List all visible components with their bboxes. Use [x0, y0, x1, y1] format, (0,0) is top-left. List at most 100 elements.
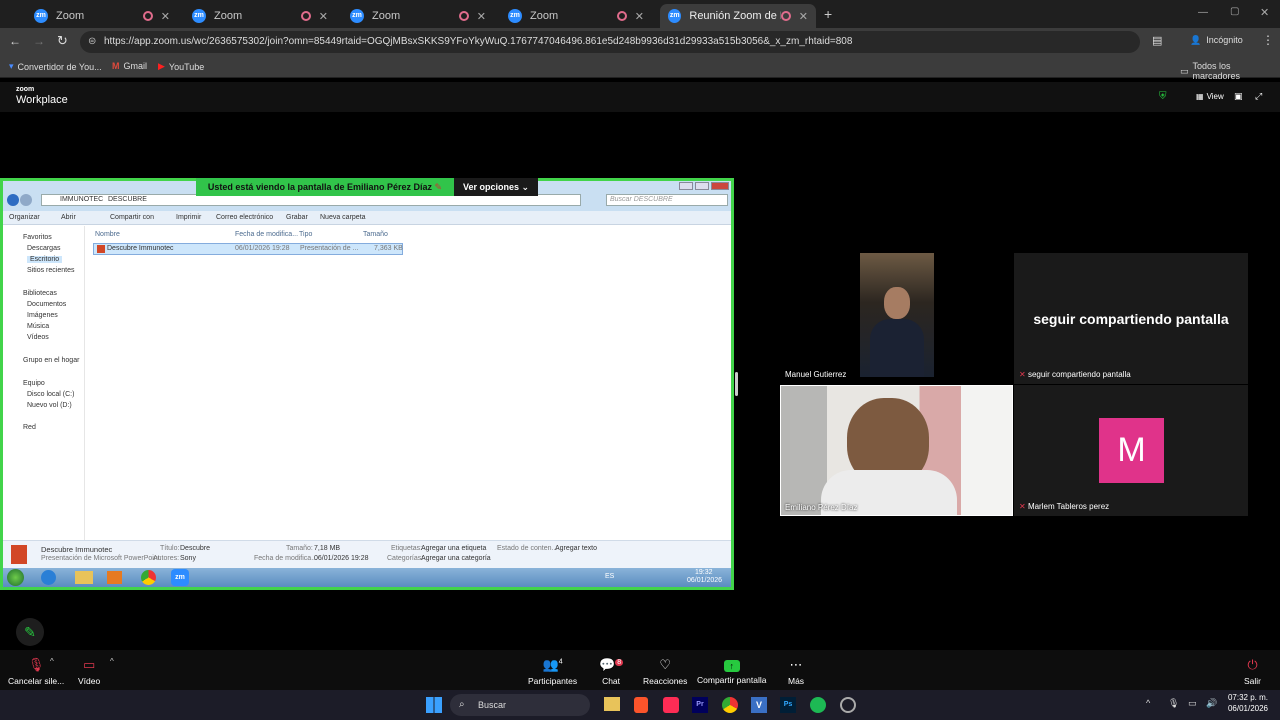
media-player-icon[interactable] — [107, 571, 122, 584]
menu-imprimir[interactable]: Imprimir — [176, 214, 201, 221]
chrome-icon[interactable] — [722, 697, 738, 713]
bookmark-item[interactable]: ▾ Convertidor de You... — [9, 61, 102, 72]
zoom-app-icon[interactable]: zm — [171, 569, 189, 586]
details-tags[interactable]: Agregar una etiqueta — [421, 545, 486, 552]
chrome-icon[interactable] — [141, 570, 156, 585]
forward-icon[interactable] — [20, 194, 32, 206]
view-options-button[interactable]: Ver opciones ⌄ — [454, 178, 538, 196]
details-categories[interactable]: Agregar una categoría — [421, 555, 491, 562]
back-icon[interactable] — [7, 194, 19, 206]
pip-icon[interactable]: ▣ — [1234, 91, 1243, 102]
column-header[interactable]: Tipo — [299, 231, 312, 238]
reload-icon[interactable]: ↻ — [57, 33, 68, 49]
tray-chevron-icon[interactable]: ^ — [1146, 698, 1150, 708]
close-tab-icon[interactable]: ✕ — [799, 10, 808, 23]
browser-tab[interactable]: zm Zoom ✕ — [500, 4, 652, 28]
sidebar-item[interactable]: Música — [27, 323, 49, 330]
tray-language[interactable]: ES — [605, 573, 614, 580]
view-button[interactable]: ▦ View — [1196, 92, 1224, 101]
address-bar[interactable]: ⊜ https://app.zoom.us/wc/2636575302/join… — [80, 31, 1140, 53]
close-icon[interactable] — [711, 182, 729, 190]
annotate-pencil-icon[interactable]: ✎ — [16, 618, 44, 646]
sidebar-item[interactable]: Sitios recientes — [27, 267, 74, 274]
column-header[interactable]: Fecha de modifica... — [235, 231, 298, 238]
sidebar-item[interactable]: Documentos — [27, 301, 66, 308]
premiere-icon[interactable]: Pr — [692, 697, 708, 713]
video-tile[interactable]: Manuel Gutierrez — [780, 253, 1013, 384]
sidebar-item[interactable]: Descargas — [27, 245, 60, 252]
splitter-handle[interactable] — [735, 372, 738, 396]
details-title[interactable]: Descubre — [180, 545, 210, 552]
maximize-icon[interactable] — [695, 182, 709, 190]
leave-button[interactable]: ⏻ Salir — [1244, 657, 1261, 686]
sidebar-item[interactable]: Imágenes — [27, 312, 58, 319]
video-tile-active[interactable]: Emiliano Pérez Díaz — [780, 385, 1013, 516]
audio-options-chevron-icon[interactable]: ^ — [50, 657, 54, 666]
details-status[interactable]: Agregar texto — [555, 545, 597, 552]
start-orb-icon[interactable] — [7, 569, 24, 586]
reactions-button[interactable]: ♡ Reacciones — [643, 657, 687, 686]
ie-icon[interactable] — [41, 570, 56, 585]
photoshop-icon[interactable]: Ps — [780, 697, 796, 713]
video-button[interactable]: ▭ Vídeo — [78, 657, 100, 686]
forward-icon[interactable]: → — [33, 34, 45, 48]
sidebar-item-selected[interactable]: Escritorio — [27, 256, 63, 263]
microphone-icon[interactable]: 🎙 — [1168, 698, 1179, 709]
video-options-chevron-icon[interactable]: ^ — [110, 657, 114, 666]
more-button[interactable]: ⋯ Más — [788, 657, 804, 686]
menu-correo[interactable]: Correo electrónico — [216, 214, 273, 221]
clock-time[interactable]: 07:32 p. m. — [1226, 693, 1268, 702]
network-icon[interactable]: ▭ — [1188, 698, 1197, 709]
video-tile[interactable]: seguir compartiendo pantalla ✕ seguir co… — [1014, 253, 1248, 384]
sidebar-item[interactable]: Favoritos — [23, 234, 52, 241]
all-bookmarks[interactable]: ▭ Todos los marcadores — [1180, 61, 1280, 81]
browser-tab[interactable]: zm Zoom ✕ — [184, 4, 336, 28]
share-screen-button[interactable]: ↑ Compartir pantalla — [697, 657, 766, 685]
menu-compartir[interactable]: Compartir con — [110, 214, 154, 221]
close-tab-icon[interactable]: ✕ — [477, 10, 486, 23]
column-header[interactable]: Tamaño — [363, 231, 388, 238]
sidebar-item[interactable]: Vídeos — [27, 334, 49, 341]
details-authors[interactable]: Sony — [180, 555, 196, 562]
taskbar-search[interactable]: ⌕ Buscar — [450, 694, 590, 716]
file-explorer-icon[interactable] — [604, 697, 620, 711]
back-icon[interactable]: ← — [9, 34, 21, 48]
windows-start-icon[interactable] — [426, 697, 442, 713]
minimize-icon[interactable] — [679, 182, 693, 190]
chat-button[interactable]: 💬 8 Chat — [599, 657, 624, 686]
breadcrumb-item[interactable]: IMMUNOTEC — [60, 196, 103, 203]
sidebar-item[interactable]: Red — [23, 424, 36, 431]
menu-nueva-carpeta[interactable]: Nueva carpeta — [320, 214, 366, 221]
mute-button[interactable]: 🎙 Cancelar sile... — [8, 657, 64, 686]
menu-organizar[interactable]: Organizar — [9, 214, 40, 221]
shield-icon[interactable]: ⛨ — [1159, 91, 1167, 102]
brave-icon[interactable] — [634, 697, 648, 713]
minimize-icon[interactable]: — — [1198, 7, 1208, 18]
sidebar-item[interactable]: Equipo — [23, 380, 45, 387]
participants-button[interactable]: 👥4 Participantes — [528, 657, 577, 686]
search-box[interactable]: Buscar DESCUBRE — [606, 194, 728, 206]
close-window-icon[interactable]: ✕ — [1260, 6, 1269, 19]
close-tab-icon[interactable]: ✕ — [635, 10, 644, 23]
tiktok-icon[interactable] — [663, 697, 679, 713]
browser-tab-active[interactable]: zm Reunión Zoom de Manuel ✕ — [660, 4, 816, 28]
sidebar-item[interactable]: Nuevo vol (D:) — [27, 402, 72, 409]
video-tile[interactable]: M ✕ Marlem Tableros perez — [1014, 385, 1248, 516]
close-tab-icon[interactable]: ✕ — [161, 10, 170, 23]
incognito-indicator[interactable]: 👤 Incógnito — [1190, 35, 1243, 46]
settings-icon[interactable] — [840, 697, 856, 713]
new-tab-icon[interactable]: + — [824, 6, 832, 22]
browser-tab[interactable]: zm Zoom ✕ — [26, 4, 178, 28]
site-info-icon[interactable]: ⊜ — [88, 31, 96, 53]
volume-icon[interactable]: 🔊 — [1206, 698, 1217, 709]
maximize-icon[interactable]: ▢ — [1230, 6, 1239, 17]
menu-kebab-icon[interactable]: ⋮ — [1262, 33, 1274, 47]
browser-tab[interactable]: zm Zoom ✕ — [342, 4, 494, 28]
sidebar-item[interactable]: Bibliotecas — [23, 290, 57, 297]
fullscreen-icon[interactable]: ⤢ — [1255, 91, 1262, 102]
table-row[interactable]: Descubre Immunotec 06/01/2026 19:28 Pres… — [93, 243, 403, 255]
sidepanel-icon[interactable]: ▤ — [1152, 34, 1162, 47]
sidebar-item[interactable]: Grupo en el hogar — [23, 357, 79, 364]
menu-abrir[interactable]: Abrir — [61, 214, 76, 221]
clock-date[interactable]: 06/01/2026 — [1226, 704, 1268, 713]
